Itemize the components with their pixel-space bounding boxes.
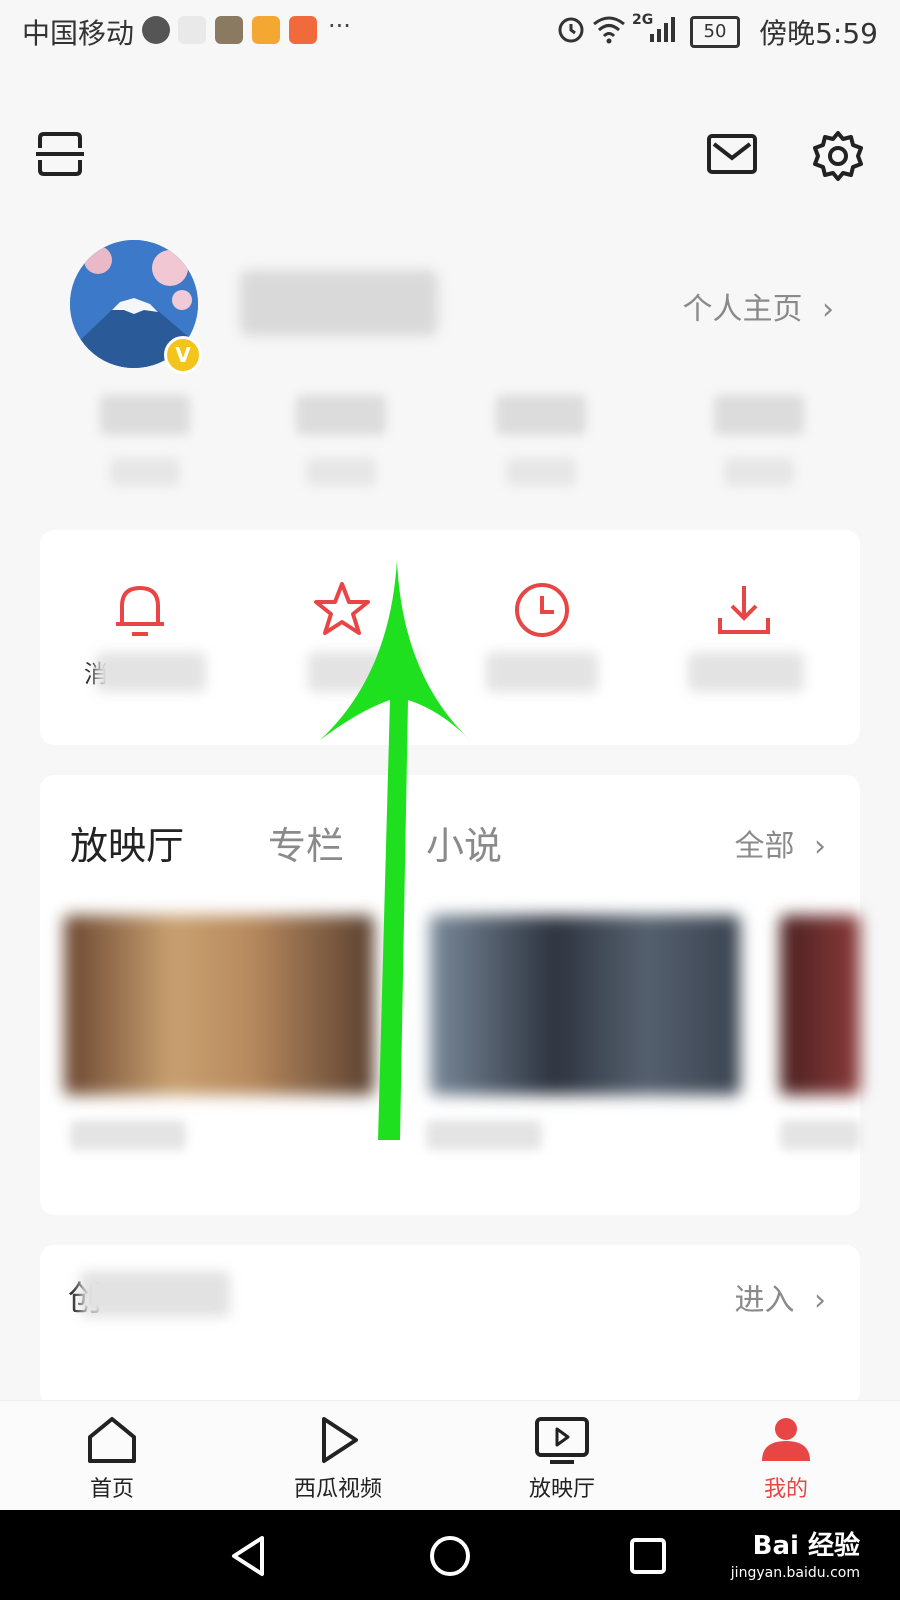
chevron-right-icon: ›	[822, 292, 834, 327]
video-app-icon	[252, 16, 280, 44]
download-icon[interactable]	[714, 580, 774, 640]
clock: 傍晚5:59	[759, 17, 878, 50]
baidu-jingyan-watermark: Bai 经验	[752, 1531, 860, 1561]
stat-label-blurred	[306, 458, 376, 486]
username-blurred	[240, 270, 438, 336]
view-all-label: 全部	[734, 829, 795, 864]
stat-value-blurred[interactable]	[100, 395, 190, 435]
back-triangle-icon[interactable]	[228, 1534, 272, 1578]
swipe-up-arrow-annotation	[320, 560, 470, 1140]
news-app-icon	[215, 16, 243, 44]
nav-theatre-label: 放映厅	[528, 1477, 595, 1502]
video-thumbnail[interactable]	[780, 915, 860, 1095]
view-all-link[interactable]: 全部 ›	[734, 821, 826, 865]
more-notifications-icon: ···	[328, 12, 351, 40]
tab-theatre[interactable]: 放映厅	[70, 815, 184, 870]
recent-apps-square-icon[interactable]	[628, 1536, 668, 1576]
wifi-icon	[593, 16, 625, 44]
history-clock-icon[interactable]	[512, 580, 572, 640]
mail-icon[interactable]	[706, 130, 758, 178]
user-icon	[762, 1418, 810, 1461]
nav-mine-label: 我的	[763, 1477, 808, 1502]
battery-level: 50	[703, 21, 727, 42]
bottom-navigation: 首页 西瓜视频 放映厅 我的	[0, 1400, 900, 1511]
status-bar: 中国移动 ··· 2G 50 傍晚5:59	[0, 0, 900, 62]
creator-title-blurred	[80, 1271, 230, 1317]
nav-theatre[interactable]: 放映厅	[482, 1401, 642, 1511]
chat-notification-icon	[142, 16, 170, 44]
chevron-right-icon: ›	[814, 829, 826, 864]
nav-xigua-video[interactable]: 西瓜视频	[258, 1401, 418, 1511]
stat-label-blurred	[110, 458, 180, 486]
bell-icon[interactable]	[112, 580, 168, 640]
battery-icon: 50	[690, 16, 740, 48]
home-icon	[88, 1417, 136, 1463]
carrier-name: 中国移动	[22, 17, 135, 50]
stat-value-blurred[interactable]	[496, 395, 586, 435]
tv-play-icon	[535, 1417, 589, 1464]
signal-icon	[650, 17, 675, 42]
listen-app-icon	[289, 16, 317, 44]
enter-link[interactable]: 进入 ›	[734, 1275, 826, 1319]
stat-value-blurred[interactable]	[296, 395, 386, 435]
nav-home-label: 首页	[89, 1477, 134, 1502]
baidu-jingyan-url: jingyan.baidu.com	[730, 1565, 860, 1581]
alarm-icon	[558, 17, 584, 43]
quick-action-label-blurred	[688, 652, 804, 692]
nav-home[interactable]: 首页	[32, 1401, 192, 1511]
nav-mine[interactable]: 我的	[706, 1401, 866, 1511]
stat-value-blurred[interactable]	[714, 395, 804, 435]
play-icon	[322, 1417, 358, 1463]
video-title-blurred	[780, 1120, 860, 1150]
chevron-right-icon: ›	[814, 1283, 826, 1318]
quick-action-label-blurred	[96, 652, 206, 692]
quick-action-label-blurred	[486, 652, 598, 692]
settings-gear-icon[interactable]	[812, 130, 864, 182]
personal-homepage-label: 个人主页	[682, 292, 803, 327]
map-app-icon	[178, 16, 206, 44]
verified-badge: V	[164, 336, 202, 374]
stat-label-blurred	[506, 458, 576, 486]
home-circle-icon[interactable]	[428, 1534, 472, 1578]
nav-xigua-video-label: 西瓜视频	[293, 1477, 382, 1502]
personal-homepage-link[interactable]: 个人主页 ›	[682, 284, 834, 328]
video-title-blurred	[70, 1120, 186, 1150]
scan-icon[interactable]	[36, 130, 84, 178]
creator-center-card: 创 进入 ›	[40, 1245, 860, 1405]
enter-label: 进入	[734, 1283, 795, 1318]
stat-label-blurred	[724, 458, 794, 486]
